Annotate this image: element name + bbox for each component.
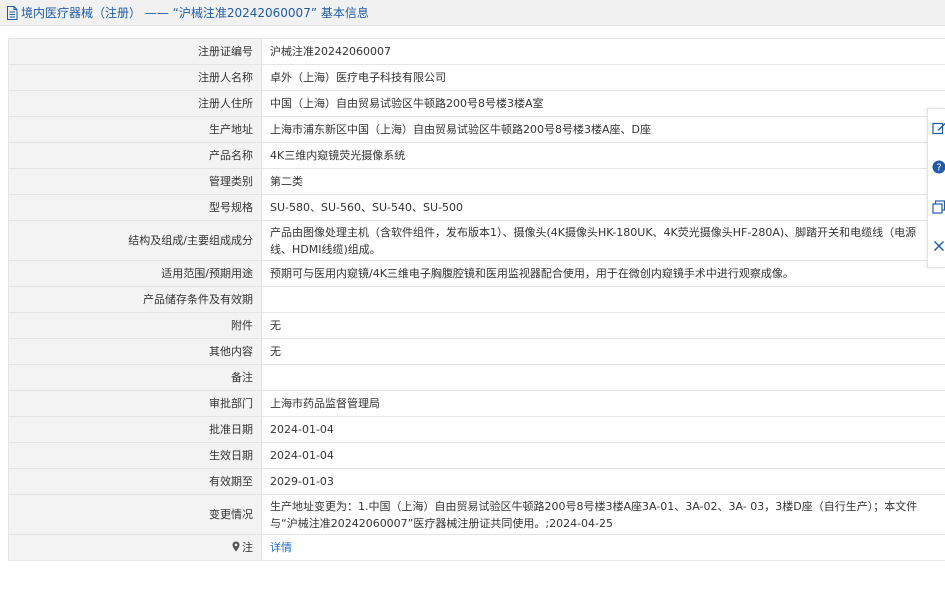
row-label: 管理类别: [8, 168, 262, 195]
close-icon[interactable]: [932, 239, 945, 253]
row-value: 第二类: [261, 168, 945, 195]
row-value: 预期可与医用内窥镜/4K三维电子胸腹腔镜和医用监视器配合使用，用于在微创内窥镜手…: [261, 260, 945, 287]
share-icon[interactable]: [932, 200, 945, 214]
table-row: 批准日期 2024-01-04: [8, 416, 945, 443]
table-row: 有效期至 2029-01-03: [8, 468, 945, 495]
row-label: 变更情况: [8, 494, 262, 535]
row-label: 有效期至: [8, 468, 262, 495]
row-label: 附件: [8, 312, 262, 339]
table-row: 其他内容无: [8, 338, 945, 365]
row-label: 生产地址: [8, 116, 262, 143]
row-value: 沪械注准20242060007: [261, 38, 945, 65]
row-value: SU-580、SU-560、SU-540、SU-500: [261, 194, 945, 221]
help-icon[interactable]: ?: [932, 160, 945, 174]
svg-text:?: ?: [936, 163, 941, 174]
row-label: 生效日期: [8, 442, 262, 469]
document-icon: [6, 5, 18, 20]
side-toolbar: ?: [927, 108, 945, 268]
table-row: 附件无: [8, 312, 945, 339]
row-value: 2029-01-03: [261, 468, 945, 495]
table-row: 变更情况 生产地址变更为：1.中国（上海）自由贸易试验区牛顿路200号8号楼3楼A…: [8, 494, 945, 535]
row-label: 注册证编号: [8, 38, 262, 65]
details-link[interactable]: 详情: [270, 541, 292, 554]
table-row: 产品名称 4K三维内窥镜荧光摄像系统: [8, 142, 945, 169]
row-value: 无: [261, 338, 945, 365]
table-row: 产品储存条件及有效期: [8, 286, 945, 313]
table-row: 备注: [8, 364, 945, 391]
row-value: 生产地址变更为：1.中国（上海）自由贸易试验区牛顿路200号8号楼3楼A座3A-…: [261, 494, 945, 535]
table-row: 型号规格 SU-580、SU-560、SU-540、SU-500: [8, 194, 945, 221]
page-header: 境内医疗器械（注册） —— “沪械注准20242060007” 基本信息: [0, 0, 945, 26]
table-row: 注 详情: [8, 534, 945, 561]
row-label: 产品储存条件及有效期: [8, 286, 262, 313]
row-value: 4K三维内窥镜荧光摄像系统: [261, 142, 945, 169]
row-label: 审批部门: [8, 390, 262, 417]
row-value: 2024-01-04: [261, 442, 945, 469]
row-label: 注册人住所: [8, 90, 262, 117]
table-row: 注册人住所 中国（上海）自由贸易试验区牛顿路200号8号楼3楼A室: [8, 90, 945, 117]
table-row: 注册人名称 卓外（上海）医疗电子科技有限公司: [8, 64, 945, 91]
info-table: 注册证编号 沪械注准20242060007 注册人名称 卓外（上海）医疗电子科技有限…: [8, 38, 945, 561]
pin-icon: [232, 540, 240, 552]
row-label: 其他内容: [8, 338, 262, 365]
row-value: [261, 286, 945, 313]
edit-icon[interactable]: [932, 121, 945, 135]
row-label: 注册人名称: [8, 64, 262, 91]
page-title: 境内医疗器械（注册） —— “沪械注准20242060007” 基本信息: [21, 6, 369, 20]
row-value: 产品由图像处理主机（含软件组件，发布版本1）、摄像头(4K摄像头HK-180UK…: [261, 220, 945, 261]
row-value: 详情: [261, 534, 945, 561]
row-label: 结构及组成/主要组成成分: [8, 220, 262, 261]
row-value: [261, 364, 945, 391]
row-label: 适用范围/预期用途: [8, 260, 262, 287]
note-label: 注: [242, 541, 253, 554]
row-value: 无: [261, 312, 945, 339]
row-label: 产品名称: [8, 142, 262, 169]
row-value: 上海市药品监督管理局: [261, 390, 945, 417]
table-row: 管理类别 第二类: [8, 168, 945, 195]
row-value: 上海市浦东新区中国（上海）自由贸易试验区牛顿路200号8号楼3楼A座、D座: [261, 116, 945, 143]
row-label: 批准日期: [8, 416, 262, 443]
table-row: 注册证编号 沪械注准20242060007: [8, 38, 945, 65]
table-row: 生效日期 2024-01-04: [8, 442, 945, 469]
row-value: 中国（上海）自由贸易试验区牛顿路200号8号楼3楼A室: [261, 90, 945, 117]
table-row: 结构及组成/主要组成成分 产品由图像处理主机（含软件组件，发布版本1）、摄像头(4…: [8, 220, 945, 261]
table-row: 审批部门 上海市药品监督管理局: [8, 390, 945, 417]
row-label: 备注: [8, 364, 262, 391]
row-value: 卓外（上海）医疗电子科技有限公司: [261, 64, 945, 91]
row-label: 注: [8, 534, 262, 561]
table-row: 适用范围/预期用途 预期可与医用内窥镜/4K三维电子胸腹腔镜和医用监视器配合使用，…: [8, 260, 945, 287]
row-value: 2024-01-04: [261, 416, 945, 443]
table-row: 生产地址 上海市浦东新区中国（上海）自由贸易试验区牛顿路200号8号楼3楼A座、D…: [8, 116, 945, 143]
row-label: 型号规格: [8, 194, 262, 221]
